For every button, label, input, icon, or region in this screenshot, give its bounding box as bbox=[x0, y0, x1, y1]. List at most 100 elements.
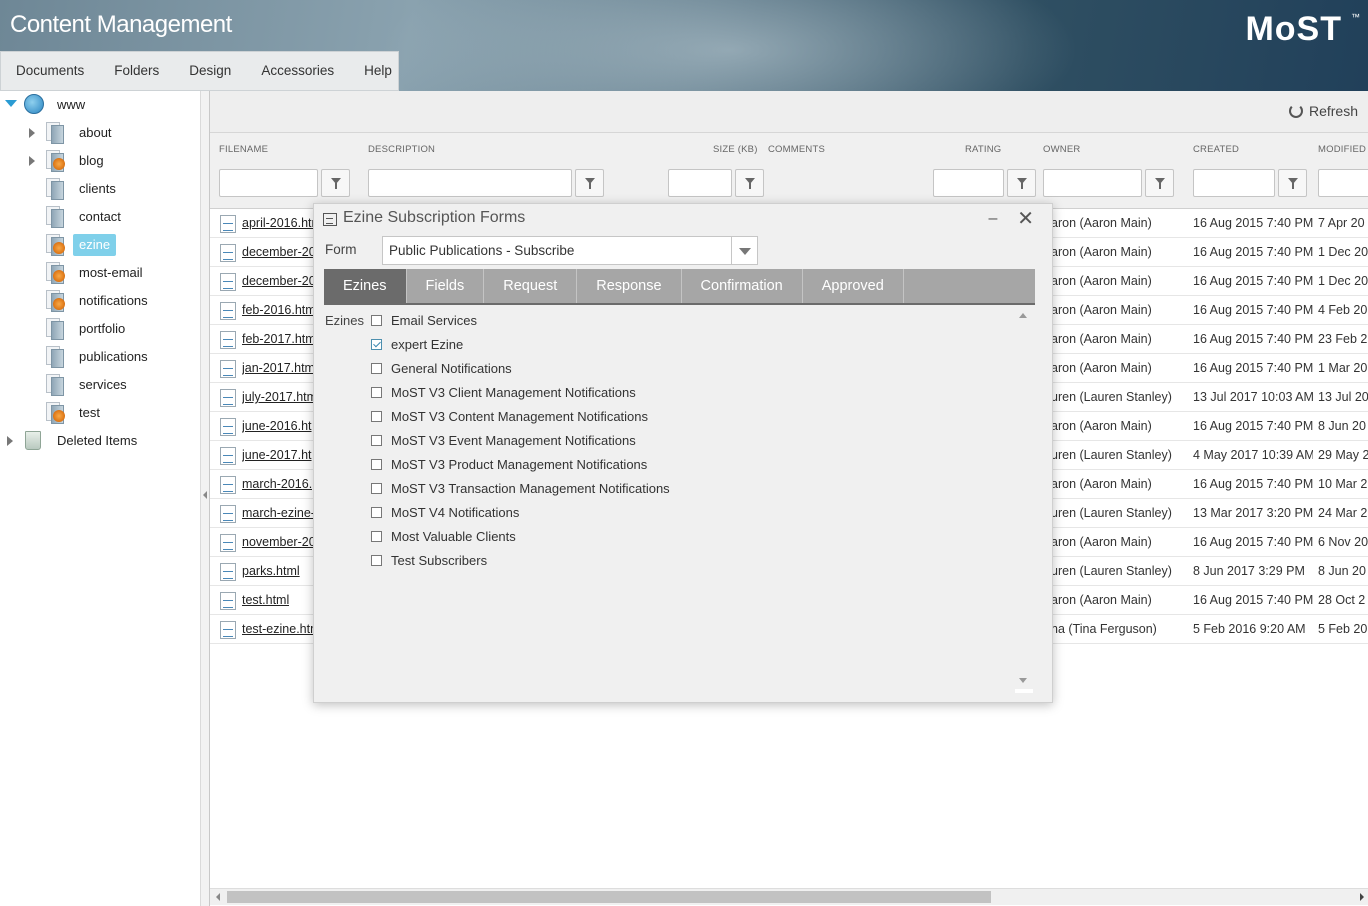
close-button[interactable]: ✕ bbox=[1017, 206, 1034, 231]
col-rating[interactable]: RATING bbox=[965, 144, 1001, 155]
checkbox[interactable] bbox=[371, 506, 382, 518]
menu-help[interactable]: Help bbox=[349, 52, 407, 90]
filename-link[interactable]: feb-2017.htm bbox=[242, 332, 316, 346]
chevron-down-icon[interactable] bbox=[731, 237, 757, 264]
menu-folders[interactable]: Folders bbox=[99, 52, 174, 90]
ezine-option[interactable]: Test Subscribers bbox=[371, 550, 487, 570]
tree-folder-about[interactable]: about bbox=[0, 120, 200, 146]
filename-filter-input[interactable] bbox=[219, 169, 318, 197]
filename-link[interactable]: april-2016.htm bbox=[242, 216, 322, 230]
form-select[interactable]: Public Publications - Subscribe bbox=[382, 236, 758, 265]
refresh-button[interactable]: Refresh bbox=[1288, 103, 1358, 119]
owner-filter-input[interactable] bbox=[1043, 169, 1142, 197]
checkbox[interactable] bbox=[371, 434, 382, 446]
tree-folder-blog[interactable]: blog bbox=[0, 148, 200, 174]
ezine-option[interactable]: General Notifications bbox=[371, 358, 512, 378]
filename-link[interactable]: jan-2017.htm bbox=[242, 361, 315, 375]
checkbox[interactable] bbox=[371, 458, 382, 470]
description-filter-button[interactable] bbox=[575, 169, 604, 197]
filename-link[interactable]: december-20 bbox=[242, 245, 316, 259]
tree-folder-most-email[interactable]: most-email bbox=[0, 260, 200, 286]
tree-deleted-items[interactable]: Deleted Items bbox=[0, 428, 200, 454]
scroll-right-icon[interactable] bbox=[1360, 893, 1364, 901]
tab-fields[interactable]: Fields bbox=[407, 269, 485, 303]
tree-folder-services[interactable]: services bbox=[0, 372, 200, 398]
tab-ezines[interactable]: Ezines bbox=[324, 269, 407, 303]
scroll-left-icon[interactable] bbox=[216, 893, 220, 901]
col-modified[interactable]: MODIFIED bbox=[1318, 144, 1366, 155]
tree-folder-ezine[interactable]: ezine bbox=[0, 232, 200, 258]
tab-request[interactable]: Request bbox=[484, 269, 578, 303]
checkbox[interactable] bbox=[371, 386, 382, 398]
col-filename[interactable]: FILENAME bbox=[219, 144, 268, 155]
panel-splitter[interactable] bbox=[200, 91, 210, 906]
scroll-thumb[interactable] bbox=[227, 891, 991, 903]
ezine-option[interactable]: expert Ezine bbox=[371, 334, 463, 354]
col-description[interactable]: DESCRIPTION bbox=[368, 144, 435, 155]
tree-folder-contact[interactable]: contact bbox=[0, 204, 200, 230]
created-filter-input[interactable] bbox=[1193, 169, 1275, 197]
minimize-button[interactable]: – bbox=[986, 210, 1000, 228]
rating-filter-input[interactable] bbox=[933, 169, 1004, 197]
tree-folder-test[interactable]: test bbox=[0, 400, 200, 426]
checkbox[interactable] bbox=[371, 554, 382, 566]
ezine-option[interactable]: MoST V3 Content Management Notifications bbox=[371, 406, 648, 426]
created-filter-button[interactable] bbox=[1278, 169, 1307, 197]
tree-folder-clients[interactable]: clients bbox=[0, 176, 200, 202]
filename-link[interactable]: feb-2016.htm bbox=[242, 303, 316, 317]
filename-link[interactable]: july-2017.htm bbox=[242, 390, 317, 404]
checkbox[interactable] bbox=[371, 362, 382, 374]
menu-design[interactable]: Design bbox=[174, 52, 246, 90]
ezine-option[interactable]: MoST V3 Product Management Notifications bbox=[371, 454, 647, 474]
collapse-left-icon[interactable] bbox=[203, 491, 207, 499]
filename-link[interactable]: june-2017.ht bbox=[242, 448, 312, 462]
modified-filter-input[interactable] bbox=[1318, 169, 1368, 197]
tab-response[interactable]: Response bbox=[577, 269, 682, 303]
ezine-option[interactable]: Email Services bbox=[371, 310, 477, 330]
filename-link[interactable]: december-20 bbox=[242, 274, 316, 288]
folder-icon bbox=[45, 318, 65, 340]
col-created[interactable]: CREATED bbox=[1193, 144, 1239, 155]
expand-right-icon[interactable] bbox=[29, 156, 35, 166]
size-filter-button[interactable] bbox=[735, 169, 764, 197]
filename-filter-button[interactable] bbox=[321, 169, 350, 197]
ezine-option[interactable]: MoST V3 Transaction Management Notificat… bbox=[371, 478, 670, 498]
rating-filter-button[interactable] bbox=[1007, 169, 1036, 197]
checkbox[interactable] bbox=[371, 530, 382, 542]
tree-folder-publications[interactable]: publications bbox=[0, 344, 200, 370]
scroll-down-icon[interactable] bbox=[1019, 678, 1027, 683]
checkbox[interactable] bbox=[371, 338, 382, 350]
checkbox[interactable] bbox=[371, 410, 382, 422]
checkbox[interactable] bbox=[371, 314, 382, 326]
scroll-up-icon[interactable] bbox=[1019, 313, 1027, 318]
filename-link[interactable]: march-ezine- bbox=[242, 506, 315, 520]
col-size[interactable]: SIZE (KB) bbox=[713, 144, 758, 155]
filename-link[interactable]: november-20 bbox=[242, 535, 316, 549]
filename-link[interactable]: test.html bbox=[242, 593, 289, 607]
ezine-option[interactable]: MoST V4 Notifications bbox=[371, 502, 519, 522]
menu-documents[interactable]: Documents bbox=[1, 52, 99, 90]
tree-root-www[interactable]: www bbox=[0, 92, 200, 118]
filename-link[interactable]: june-2016.ht bbox=[242, 419, 312, 433]
ezine-option[interactable]: Most Valuable Clients bbox=[371, 526, 516, 546]
col-comments[interactable]: COMMENTS bbox=[768, 144, 825, 155]
tab-approved[interactable]: Approved bbox=[803, 269, 904, 303]
tab-confirmation[interactable]: Confirmation bbox=[682, 269, 803, 303]
size-filter-input[interactable] bbox=[668, 169, 732, 197]
expand-right-icon[interactable] bbox=[29, 128, 35, 138]
owner-filter-button[interactable] bbox=[1145, 169, 1174, 197]
tree-folder-notifications[interactable]: notifications bbox=[0, 288, 200, 314]
filename-link[interactable]: parks.html bbox=[242, 564, 300, 578]
horizontal-scrollbar[interactable] bbox=[210, 888, 1368, 905]
filename-link[interactable]: test-ezine.htm bbox=[242, 622, 321, 636]
expand-right-icon[interactable] bbox=[7, 436, 13, 446]
menu-accessories[interactable]: Accessories bbox=[246, 52, 349, 90]
checkbox[interactable] bbox=[371, 482, 382, 494]
description-filter-input[interactable] bbox=[368, 169, 572, 197]
filename-link[interactable]: march-2016. bbox=[242, 477, 312, 491]
tree-folder-portfolio[interactable]: portfolio bbox=[0, 316, 200, 342]
ezine-option[interactable]: MoST V3 Client Management Notifications bbox=[371, 382, 636, 402]
ezine-option[interactable]: MoST V3 Event Management Notifications bbox=[371, 430, 636, 450]
expand-down-icon[interactable] bbox=[5, 100, 17, 107]
col-owner[interactable]: OWNER bbox=[1043, 144, 1080, 155]
